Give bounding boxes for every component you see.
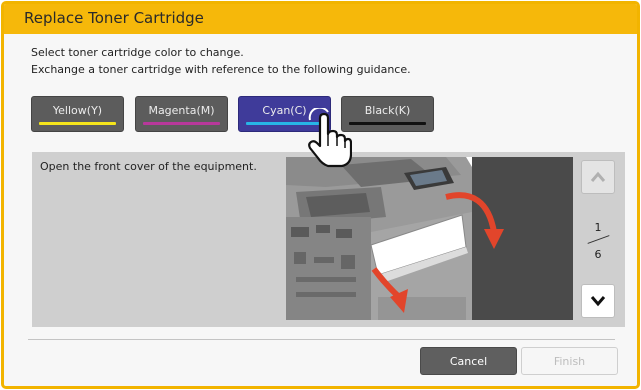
instruction-line-1: Select toner cartridge color to change. — [31, 46, 244, 59]
footer-divider — [28, 339, 615, 340]
yellow-toner-button[interactable]: Yellow(Y) — [31, 96, 124, 132]
black-toner-label: Black(K) — [364, 104, 411, 117]
replace-toner-dialog: Replace Toner Cartridge Select toner car… — [1, 1, 640, 389]
magenta-toner-button[interactable]: Magenta(M) — [135, 96, 228, 132]
page-divider — [587, 235, 610, 244]
magenta-color-bar — [143, 122, 220, 125]
chevron-up-icon — [590, 171, 606, 182]
guidance-panel: Open the front cover of the equipment. 1… — [32, 152, 625, 327]
page-up-button[interactable] — [581, 160, 615, 194]
step-instruction: Open the front cover of the equipment. — [40, 160, 257, 173]
finish-button[interactable]: Finish — [521, 347, 618, 375]
yellow-toner-label: Yellow(Y) — [52, 104, 103, 117]
printer-illustration — [286, 157, 573, 320]
cyan-toner-label: Cyan(C) — [262, 104, 307, 117]
total-pages: 6 — [594, 248, 602, 261]
black-toner-button[interactable]: Black(K) — [341, 96, 434, 132]
dialog-titlebar: Replace Toner Cartridge — [4, 4, 637, 34]
chevron-down-icon — [590, 296, 606, 307]
cancel-button[interactable]: Cancel — [420, 347, 517, 375]
instructions: Select toner cartridge color to change. … — [31, 44, 411, 78]
instruction-line-2: Exchange a toner cartridge with referenc… — [31, 63, 411, 76]
current-page: 1 — [594, 221, 602, 234]
yellow-color-bar — [39, 122, 116, 125]
hand-pointer-icon — [306, 106, 353, 174]
page-indicator: 1 6 — [583, 215, 613, 270]
dialog-title: Replace Toner Cartridge — [24, 9, 204, 27]
black-color-bar — [349, 122, 426, 125]
magenta-toner-label: Magenta(M) — [148, 104, 215, 117]
page-down-button[interactable] — [581, 284, 615, 318]
guidance-illustration — [286, 157, 573, 320]
